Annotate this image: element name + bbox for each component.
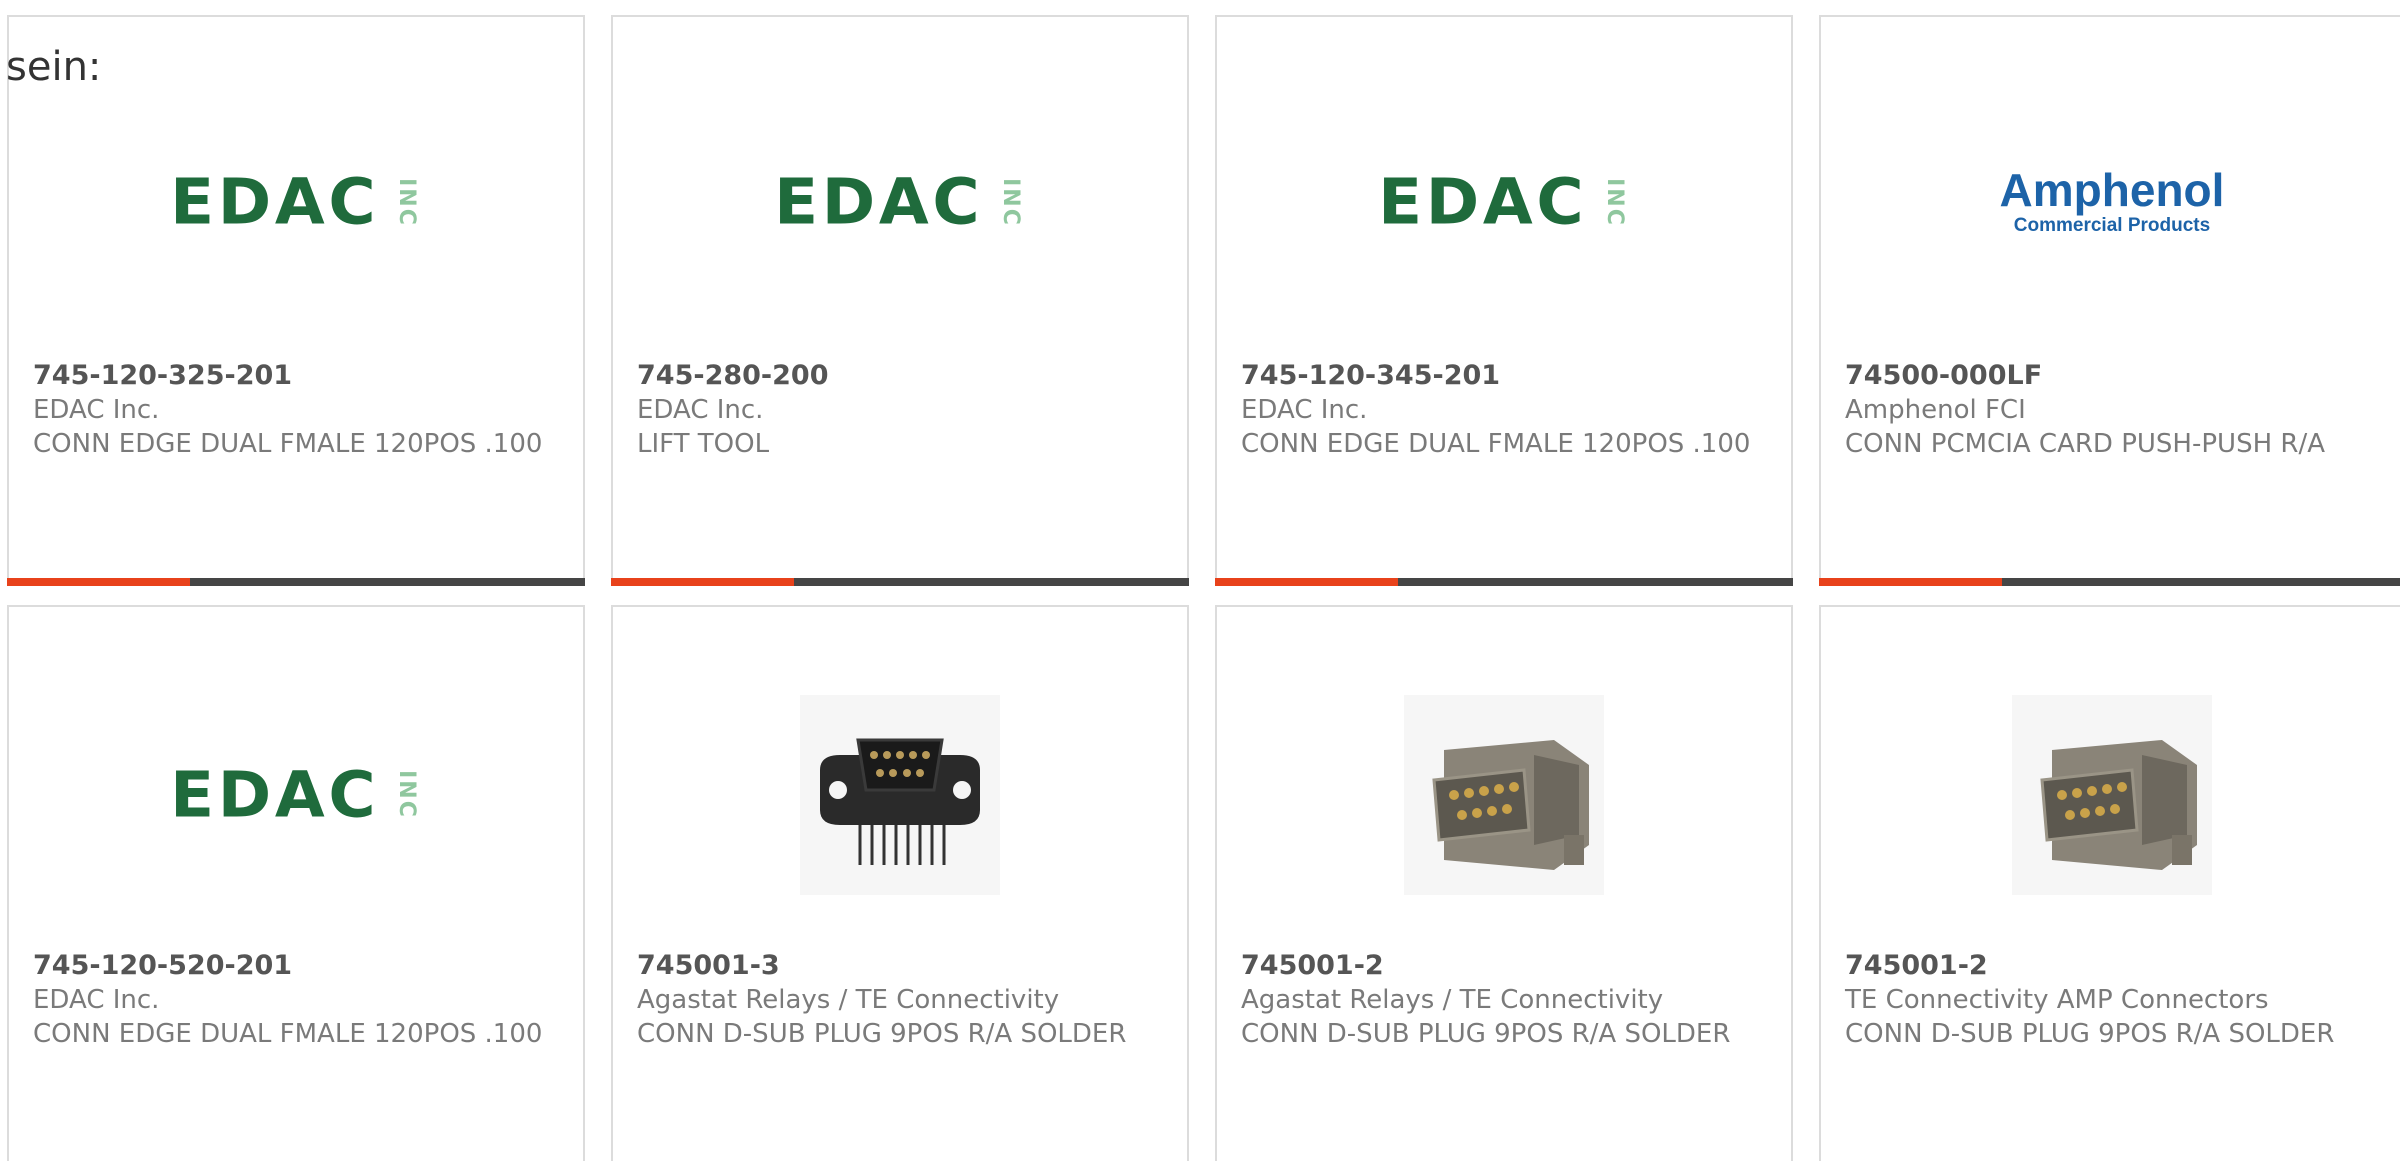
dsub-connector-grey-photo [2012,694,2212,895]
product-image: EDAC INC [613,17,1187,357]
manufacturer: Agastat Relays / TE Connectivity [637,985,1060,1015]
product-card[interactable]: EDAC INC 745-120-520-201 EDAC Inc. CONN E… [7,605,585,1161]
product-image [1217,607,1791,952]
part-number[interactable]: 745-120-345-201 [1241,359,1761,393]
manufacturer: EDAC Inc. [1241,395,1368,425]
part-number[interactable]: 745001-3 [637,949,1157,983]
amphenol-logo: Amphenol Commercial Products [1999,164,2225,236]
edac-logo: EDAC INC [169,757,420,832]
product-card[interactable]: 745001-2 Agastat Relays / TE Connectivit… [1215,605,1793,1161]
card-accent-bar [1819,578,2400,586]
part-number[interactable]: 745001-2 [1241,949,1761,983]
manufacturer: Amphenol FCI [1845,395,2026,425]
description: CONN EDGE DUAL FMALE 120POS .100 [33,429,543,459]
manufacturer: Agastat Relays / TE Connectivity [1241,985,1664,1015]
description: CONN D-SUB PLUG 9POS R/A SOLDER [1845,1019,2335,1049]
part-number[interactable]: 745-280-200 [637,359,1157,393]
description: CONN EDGE DUAL FMALE 120POS .100 [33,1019,543,1049]
manufacturer: TE Connectivity AMP Connectors [1845,985,2269,1015]
dsub-connector-grey-photo [1404,694,1604,895]
product-image: Amphenol Commercial Products [1821,17,2400,357]
manufacturer: EDAC Inc. [33,985,160,1015]
manufacturer: EDAC Inc. [637,395,764,425]
part-number[interactable]: 745-120-520-201 [33,949,553,983]
product-image: EDAC INC [1217,17,1791,357]
card-accent-bar [7,578,585,586]
card-accent-bar [1215,578,1793,586]
product-card[interactable]: EDAC INC 745-120-345-201 EDAC Inc. CONN E… [1215,15,1793,586]
edac-logo: EDAC INC [773,165,1024,239]
description: CONN D-SUB PLUG 9POS R/A SOLDER [1241,1019,1731,1049]
product-image: EDAC INC [9,607,583,952]
description: CONN D-SUB PLUG 9POS R/A SOLDER [637,1019,1127,1049]
card-accent-bar [611,578,1189,586]
part-number[interactable]: 745-120-325-201 [33,359,553,393]
product-card[interactable]: 745001-3 Agastat Relays / TE Connectivit… [611,605,1189,1161]
product-card[interactable]: EDAC INC 745-280-200 EDAC Inc. LIFT TOOL [611,15,1189,586]
description: CONN EDGE DUAL FMALE 120POS .100 [1241,429,1751,459]
manufacturer: EDAC Inc. [33,395,160,425]
page-label: sein: [6,44,102,90]
dsub-connector-black-photo [800,694,1000,895]
description: LIFT TOOL [637,429,770,459]
product-image [1821,607,2400,952]
product-card[interactable]: 745001-2 TE Connectivity AMP Connectors … [1819,605,2400,1161]
product-image [613,607,1187,952]
part-number[interactable]: 74500-000LF [1845,359,2373,393]
edac-logo: EDAC INC [169,165,420,239]
edac-logo: EDAC INC [1377,165,1628,239]
product-card[interactable]: EDAC INC 745-120-325-201 EDAC Inc. CONN E… [7,15,585,586]
description: CONN PCMCIA CARD PUSH-PUSH R/A [1845,429,2325,459]
part-number[interactable]: 745001-2 [1845,949,2373,983]
product-card[interactable]: Amphenol Commercial Products 74500-000LF… [1819,15,2400,586]
